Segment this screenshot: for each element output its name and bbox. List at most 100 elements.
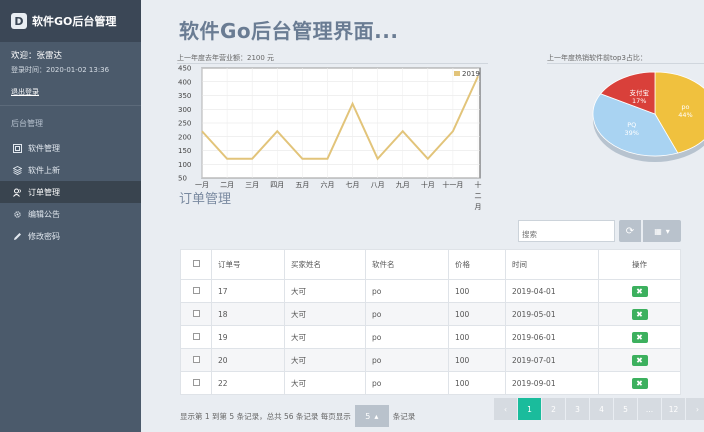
refresh-icon: ⟳ xyxy=(625,225,635,237)
buyer-cell: 大可 xyxy=(284,279,366,303)
row-select-cell xyxy=(180,279,212,303)
header-action: 操作 xyxy=(598,249,681,280)
prev-page-button[interactable]: ‹ xyxy=(494,398,517,420)
row-checkbox[interactable] xyxy=(192,355,200,363)
sidebar: D 软件GO后台管理 欢迎：张雷达 登录时间：2020-01-02 13:36 … xyxy=(0,0,141,432)
pagination-info-text: 显示第 1 到第 5 条记录，总共 56 条记录 每页显示 xyxy=(180,411,351,421)
x-tick-label: 十月 xyxy=(421,180,435,189)
next-page-button[interactable]: › xyxy=(686,398,704,420)
table-header-row: 订单号 买家姓名 软件名 价格 时间 操作 xyxy=(180,249,681,280)
logo-icon: D xyxy=(11,13,27,29)
sidebar-item-software[interactable]: 软件管理 xyxy=(0,137,141,159)
page-button[interactable]: 4 xyxy=(590,398,613,420)
row-select-cell xyxy=(180,348,212,372)
delete-button[interactable]: ✖ xyxy=(631,331,648,343)
table-row: 18 大可 po 100 2019-05-01 ✖ xyxy=(180,302,681,326)
y-tick-label: 50 xyxy=(178,175,187,183)
page-title: 软件Go后台管理界面... xyxy=(179,19,399,43)
pie-slice-percent: 17% xyxy=(632,97,646,105)
y-tick-label: 450 xyxy=(178,65,191,73)
select-all-checkbox[interactable] xyxy=(192,260,200,267)
page-button[interactable]: 2 xyxy=(542,398,565,420)
layers-icon xyxy=(13,165,22,175)
header-price[interactable]: 价格 xyxy=(448,249,506,280)
table-row: 17 大可 po 100 2019-04-01 ✖ xyxy=(180,279,681,303)
search-input[interactable] xyxy=(518,220,615,242)
order-id-cell: 18 xyxy=(211,302,285,326)
delete-button[interactable]: ✖ xyxy=(631,354,648,366)
sidebar-item-password[interactable]: 修改密码 xyxy=(0,225,141,247)
buyer-cell: 大可 xyxy=(284,348,366,372)
sidebar-item-orders[interactable]: 订单管理 xyxy=(0,181,141,203)
row-select-cell xyxy=(180,302,212,326)
refresh-button[interactable]: ⟳ xyxy=(619,220,641,242)
y-tick-label: 300 xyxy=(178,106,191,114)
pie-slice-percent: 44% xyxy=(678,111,692,119)
delete-button[interactable]: ✖ xyxy=(631,308,648,320)
orders-table: 订单号 买家姓名 软件名 价格 时间 操作 17 大可 po 100 2019-04-0… xyxy=(180,249,681,395)
pie-slice-label: PQ xyxy=(627,121,636,129)
pie-slice-label: po xyxy=(681,103,689,111)
revenue-caption: 上一年度去年营业额：2100 元 xyxy=(177,52,488,64)
legend-label: 2019 xyxy=(462,70,480,78)
row-checkbox[interactable] xyxy=(192,309,200,317)
header-buyer[interactable]: 买家姓名 xyxy=(284,249,366,280)
buyer-cell: 大可 xyxy=(284,302,366,326)
pie-slice-label: 支付宝 xyxy=(629,88,649,97)
price-cell: 100 xyxy=(448,302,506,326)
price-cell: 100 xyxy=(448,371,506,395)
grid-icon: ▦ xyxy=(654,226,662,236)
time-cell: 2019-05-01 xyxy=(505,302,599,326)
y-tick-label: 250 xyxy=(178,120,191,128)
header-software[interactable]: 软件名 xyxy=(365,249,449,280)
columns-button[interactable]: ▦ ▾ xyxy=(643,220,681,242)
welcome-text: 欢迎：张雷达 xyxy=(11,51,63,61)
page-size-select[interactable]: 5 ▴ xyxy=(354,405,389,427)
x-tick-label: 五月 xyxy=(295,181,309,189)
page-button[interactable]: 1 xyxy=(518,398,541,420)
order-id-cell: 22 xyxy=(211,371,285,395)
header-time[interactable]: 时间 xyxy=(505,249,599,280)
page-button[interactable]: ... xyxy=(638,398,661,420)
table-row: 22 大可 po 100 2019-09-01 ✖ xyxy=(180,371,681,395)
user-info: 欢迎：张雷达 登录时间：2020-01-02 13:36 退出登录 xyxy=(0,42,141,106)
app-icon xyxy=(13,143,22,153)
delete-button[interactable]: ✖ xyxy=(631,285,648,297)
time-cell: 2019-06-01 xyxy=(505,325,599,349)
gear-icon xyxy=(13,210,22,219)
price-cell: 100 xyxy=(448,279,506,303)
action-cell: ✖ xyxy=(598,302,681,326)
pagination-info: 显示第 1 到第 5 条记录，总共 56 条记录 每页显示 5 ▴ 条记录 xyxy=(180,405,415,427)
table-row: 19 大可 po 100 2019-06-01 ✖ xyxy=(180,325,681,349)
pencil-icon xyxy=(13,232,22,241)
order-id-cell: 20 xyxy=(211,348,285,372)
page-button[interactable]: 5 xyxy=(614,398,637,420)
sidebar-item-label: 修改密码 xyxy=(28,231,60,241)
page-button[interactable]: 3 xyxy=(566,398,589,420)
section-title: 订单管理 xyxy=(179,192,232,207)
software-cell: po xyxy=(365,302,449,326)
top3-caption: 上一年度热销软件前top3占比： xyxy=(547,52,704,64)
caret-up-icon: ▴ xyxy=(374,411,379,421)
sidebar-item-announcement[interactable]: 编辑公告 xyxy=(0,203,141,225)
legend-swatch xyxy=(454,71,460,76)
menu-header: 后台管理 xyxy=(11,119,43,128)
price-cell: 100 xyxy=(448,325,506,349)
row-checkbox[interactable] xyxy=(192,332,200,340)
row-checkbox[interactable] xyxy=(192,286,200,294)
page-button[interactable]: 12 xyxy=(662,398,685,420)
revenue-chart-panel: 上一年度去年营业额：2100 元 50 100 150 200 250 300 350 400… xyxy=(177,52,488,211)
sidebar-item-new-software[interactable]: 软件上新 xyxy=(0,159,141,181)
logout-link[interactable]: 退出登录 xyxy=(11,87,39,97)
price-cell: 100 xyxy=(448,348,506,372)
x-tick-label: 三月 xyxy=(245,181,259,189)
delete-button[interactable]: ✖ xyxy=(631,377,648,389)
top3-pie-chart: po44% PQ39% 支付宝17% xyxy=(592,71,704,162)
sidebar-item-label: 软件上新 xyxy=(28,165,60,175)
users-icon xyxy=(13,188,22,197)
software-cell: po xyxy=(365,325,449,349)
order-id-cell: 19 xyxy=(211,325,285,349)
header-order-id[interactable]: 订单号 xyxy=(211,249,285,280)
row-checkbox[interactable] xyxy=(192,378,200,386)
x-tick-label: 六月 xyxy=(320,180,334,189)
